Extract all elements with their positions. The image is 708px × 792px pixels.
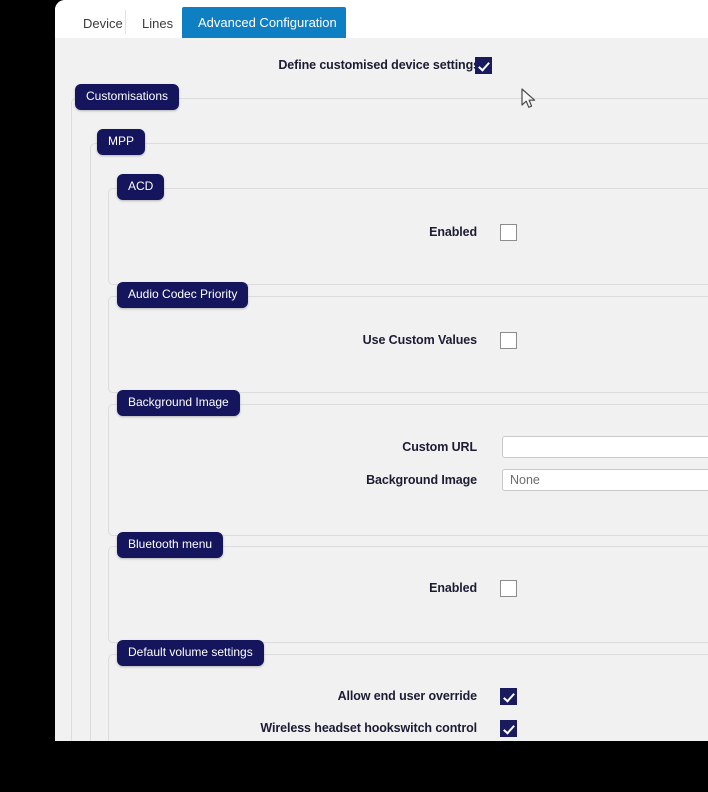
tab-device[interactable]: Device <box>67 9 125 38</box>
tab-strip: Device Lines Advanced Configuration <box>55 0 708 39</box>
audio-codec-use-custom-values-checkbox[interactable] <box>500 332 517 349</box>
legend-default-volume-settings: Default volume settings <box>117 640 264 666</box>
bluetooth-enabled-checkbox[interactable] <box>500 580 517 597</box>
wireless-headset-hookswitch-control-label: Wireless headset hookswitch control <box>260 721 477 735</box>
tab-advanced-configuration[interactable]: Advanced Configuration <box>182 7 346 38</box>
audio-codec-use-custom-values-label: Use Custom Values <box>362 333 477 347</box>
bluetooth-enabled-label: Enabled <box>429 581 477 595</box>
define-customised-device-settings-row: Define customised device settings <box>55 38 708 83</box>
acd-enabled-label: Enabled <box>429 225 477 239</box>
legend-bluetooth-menu: Bluetooth menu <box>117 532 224 558</box>
define-customised-device-settings-label: Define customised device settings <box>278 58 480 72</box>
legend-customisations: Customisations <box>75 84 180 110</box>
background-image-select-label: Background Image <box>366 473 477 487</box>
advanced-configuration-panel: Define customised device settings Custom… <box>55 38 708 741</box>
custom-url-label: Custom URL <box>402 440 477 454</box>
background-image-select[interactable]: None <box>502 469 708 491</box>
legend-mpp: MPP <box>97 129 146 155</box>
define-customised-device-settings-checkbox[interactable] <box>475 57 492 74</box>
legend-background-image: Background Image <box>117 390 240 416</box>
legend-audio-codec-priority: Audio Codec Priority <box>117 282 249 308</box>
screen-root: Device Lines Advanced Configuration Defi… <box>0 0 708 792</box>
tab-lines[interactable]: Lines <box>126 9 186 38</box>
allow-end-user-override-checkbox[interactable] <box>500 688 517 705</box>
wireless-headset-hookswitch-control-checkbox[interactable] <box>500 720 517 737</box>
legend-acd: ACD <box>117 174 165 200</box>
allow-end-user-override-label: Allow end user override <box>337 689 478 703</box>
app-window: Device Lines Advanced Configuration Defi… <box>55 0 708 741</box>
custom-url-input[interactable] <box>502 436 708 458</box>
acd-enabled-checkbox[interactable] <box>500 224 517 241</box>
